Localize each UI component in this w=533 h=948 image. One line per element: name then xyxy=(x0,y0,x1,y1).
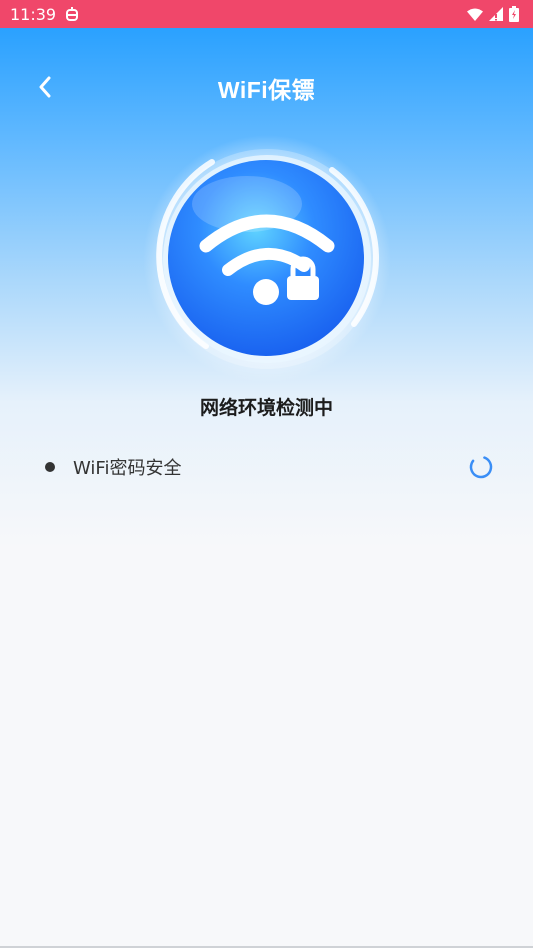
bullet-dot xyxy=(45,462,55,472)
chevron-left-icon xyxy=(37,76,53,102)
check-item: WiFi密码安全 xyxy=(40,448,495,486)
back-button[interactable] xyxy=(30,74,60,104)
page-title: WiFi保镖 xyxy=(217,77,316,103)
bug-icon xyxy=(64,6,80,22)
status-left: 11:39 xyxy=(10,5,80,24)
status-time: 11:39 xyxy=(10,4,57,24)
wifi-security-graphic xyxy=(142,134,392,384)
status-bar: 11:39 xyxy=(0,0,533,28)
wifi-icon xyxy=(467,8,483,21)
scan-status-text: 网络环境检测中 xyxy=(199,397,333,419)
loading-spinner-icon xyxy=(467,453,495,481)
battery-icon xyxy=(509,6,519,22)
check-item-label: WiFi密码安全 xyxy=(73,458,182,479)
wifi-lock-icon xyxy=(143,135,391,383)
signal-icon xyxy=(489,7,503,21)
status-right xyxy=(467,6,519,22)
app-bar: WiFi保镖 xyxy=(0,60,533,116)
